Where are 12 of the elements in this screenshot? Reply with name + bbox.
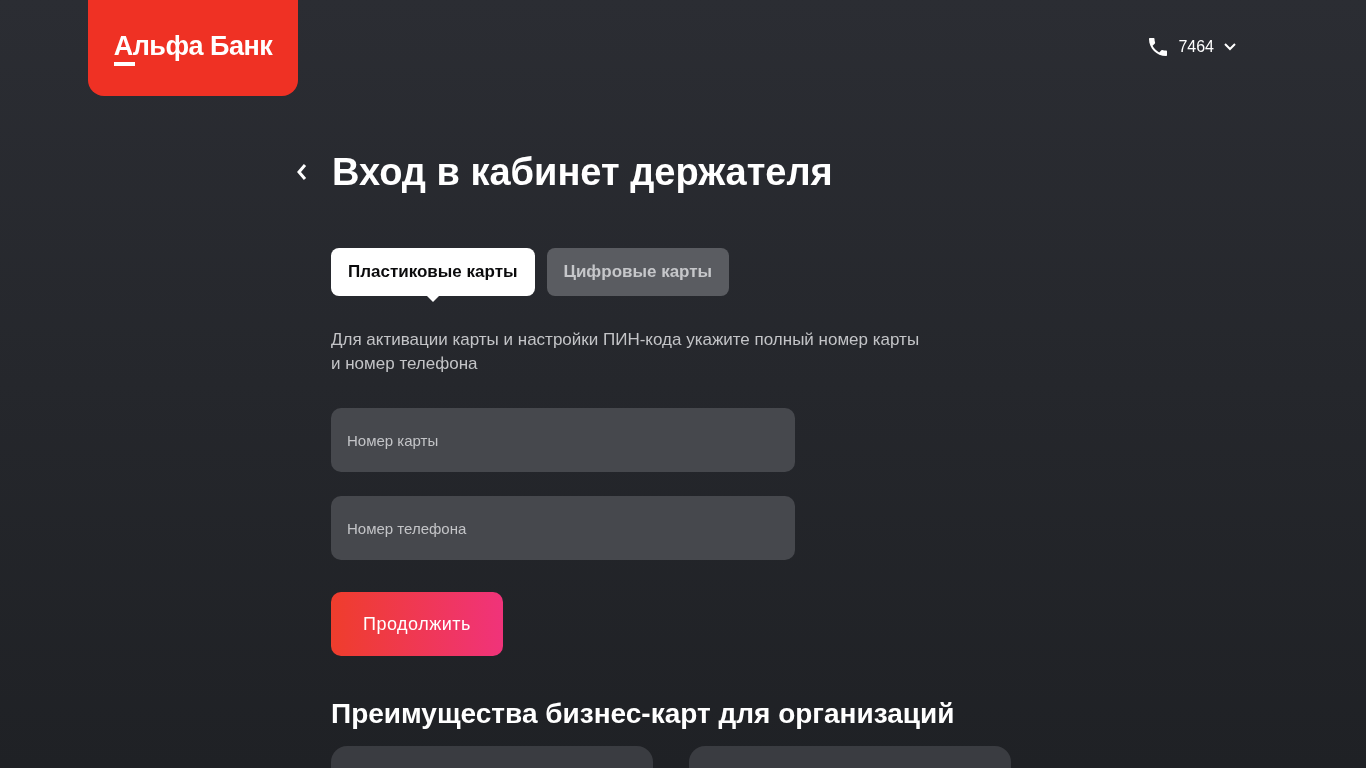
tab[interactable]: Цифровые карты [546, 248, 730, 296]
caret-icon [1224, 43, 1236, 51]
logo[interactable]: Альфа Банк [88, 0, 298, 96]
phone-button[interactable]: 7464 [1178, 38, 1236, 56]
input-field[interactable]: Номер телефона [331, 496, 795, 560]
continue-button[interactable]: Продолжить [331, 592, 503, 656]
tab-pointer [426, 296, 439, 302]
input-field[interactable]: Номер карты [331, 408, 795, 472]
page-title: Вход в кабинет держателя [332, 150, 833, 195]
back-icon [296, 162, 308, 182]
section-title: Преимущества бизнес-карт для организаций [331, 697, 956, 731]
description: Для активации карты и настройки ПИН-кода укажите полный номер карты и номер телефона [331, 329, 921, 375]
